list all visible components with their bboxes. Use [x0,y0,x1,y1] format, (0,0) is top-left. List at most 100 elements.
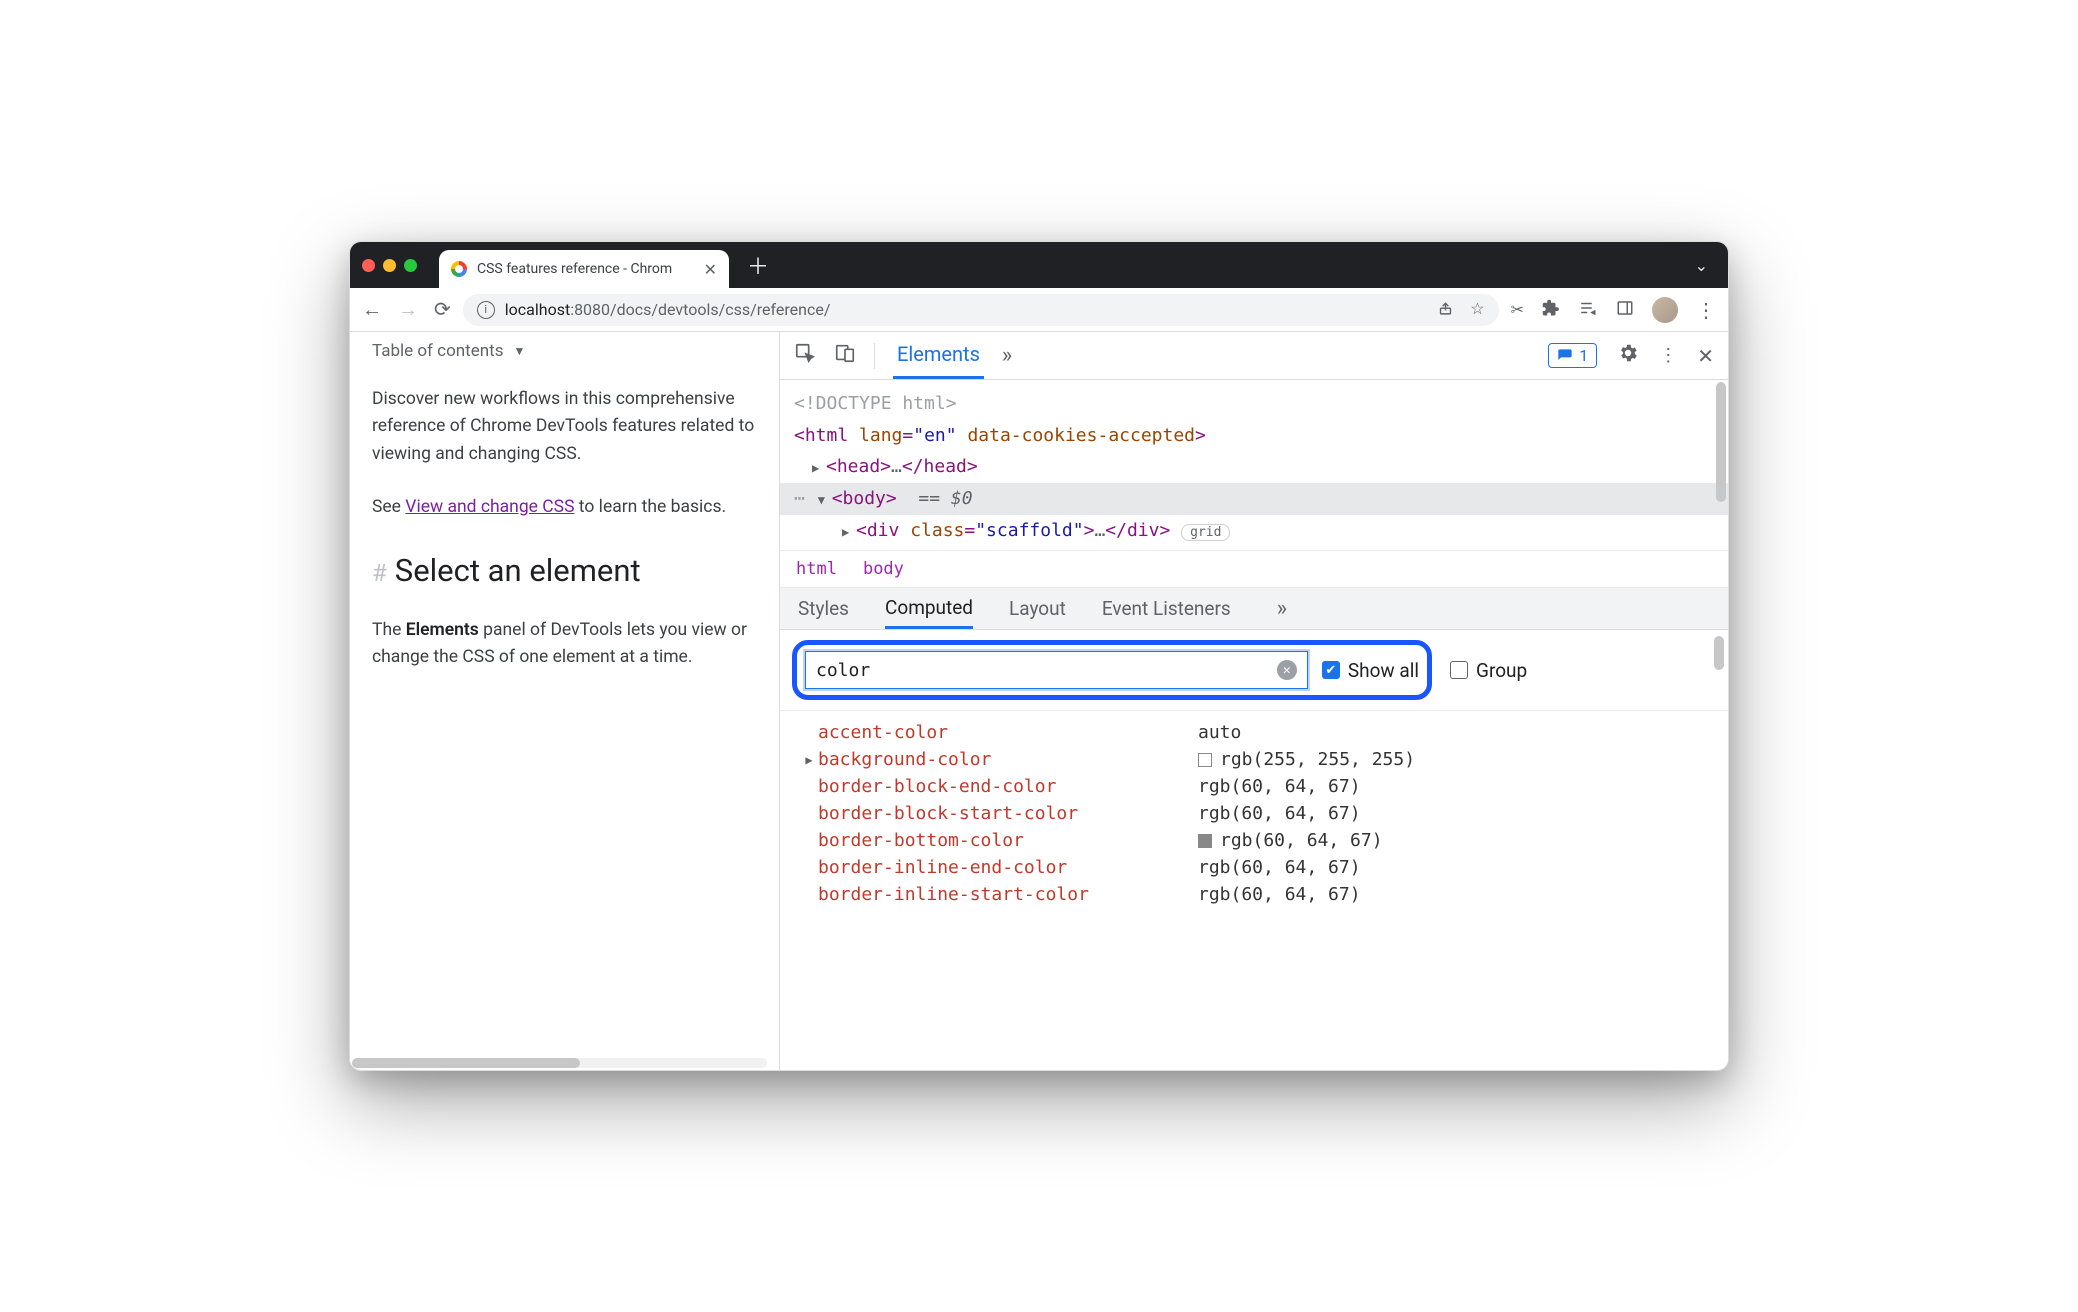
minimize-window-button[interactable] [383,259,396,272]
computed-row[interactable]: border-inline-start-colorrgb(60, 64, 67) [800,881,1728,908]
html-open: <html [794,425,859,446]
settings-gear-icon[interactable] [1617,342,1639,369]
close-window-button[interactable] [362,259,375,272]
computed-row[interactable]: border-block-start-colorrgb(60, 64, 67) [800,800,1728,827]
body-prefix: The [372,620,406,640]
property-name: border-bottom-color [818,830,1198,851]
color-swatch-icon[interactable] [1198,753,1212,767]
inspect-element-icon[interactable] [794,342,816,369]
styles-tab[interactable]: Styles [798,588,849,629]
color-swatch-icon[interactable] [1198,834,1212,848]
html-attr-cookies: data-cookies-accepted [967,425,1195,446]
sidepanel-icon[interactable] [1616,299,1634,321]
property-value: rgb(60, 64, 67) [1198,803,1361,824]
chrome-favicon-icon [451,261,467,277]
layout-tab[interactable]: Layout [1009,588,1066,629]
crumb-html[interactable]: html [796,559,837,579]
address-bar[interactable]: i localhost:8080/docs/devtools/css/refer… [463,294,1499,326]
dom-doctype: <!DOCTYPE html> [794,388,1718,420]
toc-label: Table of contents [372,338,503,364]
crumb-body[interactable]: body [863,559,904,579]
head-ellipsis: … [891,456,902,477]
playlist-icon[interactable] [1578,299,1598,321]
tab-overflow-icon[interactable]: ⌄ [1695,256,1716,275]
filter-input-container[interactable]: ✕ [805,651,1308,689]
filter-input[interactable] [816,660,1277,681]
close-tab-icon[interactable]: ✕ [704,260,717,279]
tab-strip: CSS features reference - Chrom ✕ ＋ ⌄ [350,242,1728,288]
view-change-css-link[interactable]: View and change CSS [405,497,574,517]
computed-vertical-scrollbar[interactable] [1714,636,1724,670]
share-icon[interactable] [1437,299,1454,320]
extensions-icon[interactable] [1542,299,1560,321]
dom-body-row-selected[interactable]: ⋯ ▼<body> == $0 [780,483,1728,515]
group-checkbox[interactable]: Group [1450,659,1527,682]
div-close: </div> [1105,520,1170,541]
collapse-triangle-icon[interactable]: ▼ [818,491,832,511]
page-horizontal-scrollbar[interactable] [352,1058,767,1068]
site-info-icon[interactable]: i [477,301,495,319]
computed-row[interactable]: border-block-end-colorrgb(60, 64, 67) [800,773,1728,800]
close-devtools-icon[interactable]: ✕ [1697,344,1714,368]
fullscreen-window-button[interactable] [404,259,417,272]
filter-highlight: ✕ ✔ Show all [792,640,1432,700]
grid-badge[interactable]: grid [1181,524,1230,541]
devtools-menu-icon[interactable]: ⋮ [1659,345,1677,366]
browser-menu-icon[interactable]: ⋮ [1696,298,1716,322]
head-open: <head> [826,456,891,477]
computed-row[interactable]: ▶background-colorrgb(255, 255, 255) [800,746,1728,773]
property-value: rgb(60, 64, 67) [1198,857,1361,878]
expand-triangle-icon[interactable]: ▶ [842,523,856,543]
toc-toggle[interactable]: Table of contents ▼ [372,338,757,364]
elements-tab[interactable]: Elements [893,332,984,379]
expand-triangle-icon[interactable]: ▶ [812,459,826,479]
div-mid: > [1084,520,1095,541]
bookmark-icon[interactable]: ☆ [1470,299,1484,320]
show-all-checkbox[interactable]: ✔ Show all [1322,659,1419,682]
property-name: border-block-end-color [818,776,1198,797]
device-toggle-icon[interactable] [834,342,856,369]
section-heading: Select an element [395,547,641,595]
dom-tree[interactable]: <!DOCTYPE html> <html lang="en" data-coo… [780,380,1728,550]
more-subtabs-icon[interactable]: » [1277,596,1287,621]
property-value: rgb(60, 64, 67) [1198,776,1361,797]
issues-count: 1 [1579,346,1588,365]
dom-vertical-scrollbar[interactable] [1716,382,1726,502]
reload-icon[interactable]: ⟳ [434,297,451,322]
property-name: border-block-start-color [818,803,1198,824]
toolbar-icons: ✂ ⋮ [1511,297,1716,323]
new-tab-button[interactable]: ＋ [737,249,779,281]
dom-head-row[interactable]: ▶<head>…</head> [794,451,1718,483]
scissors-icon[interactable]: ✂ [1511,300,1524,319]
dom-html-row[interactable]: <html lang="en" data-cookies-accepted> [794,420,1718,452]
checkbox-unchecked-icon [1450,661,1468,679]
browser-tab[interactable]: CSS features reference - Chrom ✕ [439,250,729,288]
window-controls [362,259,417,272]
back-icon[interactable]: ← [362,297,382,322]
computed-row[interactable]: accent-colorauto [800,719,1728,746]
property-value: rgb(255, 255, 255) [1198,749,1415,770]
property-value: rgb(60, 64, 67) [1198,884,1361,905]
event-listeners-tab[interactable]: Event Listeners [1102,588,1231,629]
more-tabs-icon[interactable]: » [1002,343,1012,368]
checkbox-checked-icon: ✔ [1322,661,1340,679]
computed-filter-bar: ✕ ✔ Show all Group [780,630,1728,711]
issues-badge[interactable]: 1 [1548,343,1597,368]
profile-avatar[interactable] [1652,297,1678,323]
property-name: border-inline-start-color [818,884,1198,905]
computed-row[interactable]: border-inline-end-colorrgb(60, 64, 67) [800,854,1728,881]
html-val-lang: "en" [913,425,956,446]
computed-row[interactable]: border-bottom-colorrgb(60, 64, 67) [800,827,1728,854]
computed-tab[interactable]: Computed [885,588,973,629]
expand-triangle-icon[interactable]: ▶ [800,753,818,767]
heading-anchor-icon[interactable]: # [372,555,387,592]
browser-window: CSS features reference - Chrom ✕ ＋ ⌄ ← →… [349,241,1729,1071]
dom-div-row[interactable]: ▶<div class="scaffold">…</div> grid [794,515,1718,547]
more-actions-icon[interactable]: ⋯ [794,488,807,509]
clear-filter-icon[interactable]: ✕ [1277,660,1297,680]
property-name: border-inline-end-color [818,857,1198,878]
url-host: localhost [505,300,570,319]
devtools-toolbar: Elements » 1 ⋮ ✕ [780,332,1728,380]
forward-icon[interactable]: → [398,297,418,322]
see-suffix: to learn the basics. [574,497,726,517]
